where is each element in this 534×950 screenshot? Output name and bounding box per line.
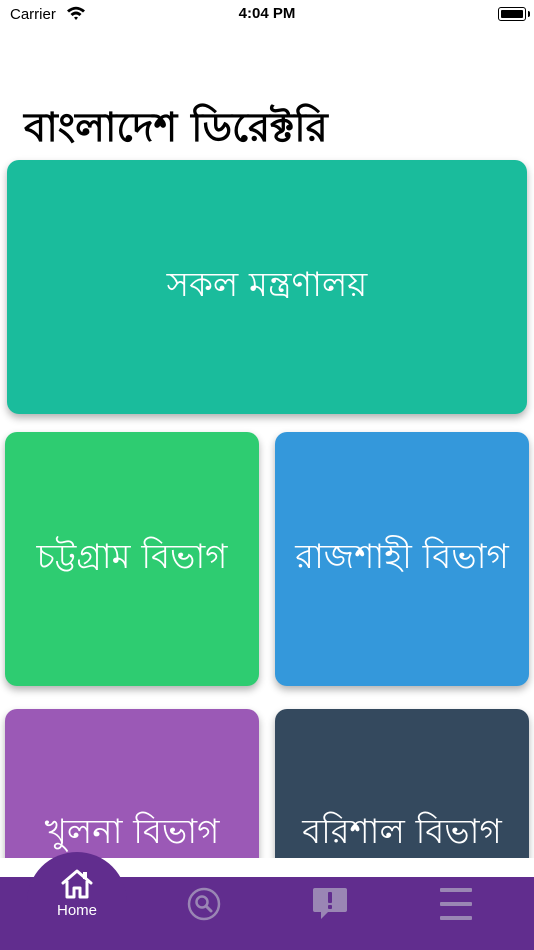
tab-search[interactable]: [184, 884, 224, 924]
card-chattogram-division[interactable]: চট্টগ্রাম বিভাগ: [5, 432, 259, 686]
card-rajshahi-division[interactable]: রাজশাহী বিভাগ: [275, 432, 529, 686]
card-label: রাজশাহী বিভাগ: [295, 536, 509, 577]
menu-icon: [440, 888, 472, 920]
card-label: সকল মন্ত্রণালয়: [166, 264, 368, 305]
status-bar: Carrier 4:04 PM: [0, 0, 534, 30]
tab-home[interactable]: Home: [27, 860, 127, 940]
tab-menu[interactable]: [436, 884, 476, 924]
clock: 4:04 PM: [238, 5, 296, 22]
search-icon: [187, 887, 221, 921]
card-barishal-division[interactable]: বরিশাল বিভাগ: [275, 709, 529, 858]
feedback-icon: [313, 888, 347, 919]
home-icon: [61, 869, 93, 899]
tab-feedback[interactable]: [310, 884, 350, 924]
directory-grid[interactable]: সকল মন্ত্রণালয় চট্টগ্রাম বিভাগ রাজশাহী …: [0, 150, 534, 858]
tab-home-label: Home: [56, 902, 97, 919]
battery-icon: [498, 7, 530, 21]
card-khulna-division[interactable]: খুলনা বিভাগ: [5, 709, 259, 858]
card-all-ministries[interactable]: সকল মন্ত্রণালয়: [7, 160, 527, 414]
card-label: খুলনা বিভাগ: [44, 811, 220, 852]
card-label: চট্টগ্রাম বিভাগ: [36, 536, 228, 577]
card-label: বরিশাল বিভাগ: [302, 811, 502, 852]
